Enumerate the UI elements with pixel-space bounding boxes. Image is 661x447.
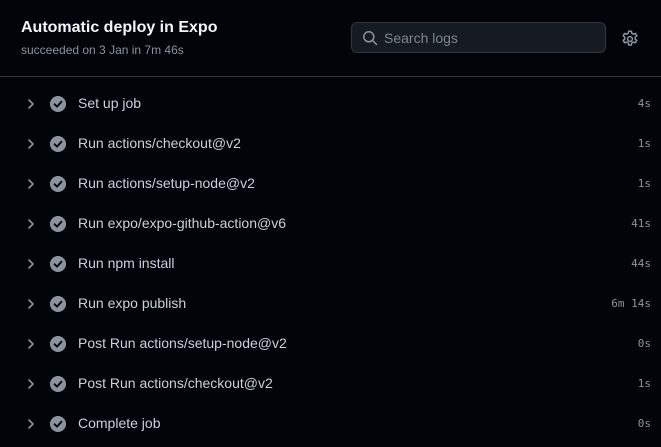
step-name: Set up job (78, 95, 142, 111)
step-name: Complete job (78, 415, 161, 431)
chevron-right-icon[interactable] (24, 177, 38, 191)
step-duration: 6m 14s (611, 297, 651, 310)
step-name: Run npm install (78, 255, 175, 271)
check-circle-icon (50, 96, 66, 112)
chevron-right-icon[interactable] (24, 97, 38, 111)
step-name: Run actions/checkout@v2 (78, 135, 241, 151)
chevron-right-icon[interactable] (24, 337, 38, 351)
step-name: Run expo/expo-github-action@v6 (78, 215, 287, 231)
step-name: Run expo publish (78, 295, 187, 311)
step-name: Run actions/setup-node@v2 (78, 175, 255, 191)
chevron-right-icon[interactable] (24, 377, 38, 391)
check-circle-icon (50, 296, 66, 312)
step-duration: 41s (631, 217, 651, 230)
step-duration: 1s (637, 137, 651, 150)
step-run-expo-github-action[interactable]: Run expo/expo-github-action@v6 41s (0, 204, 661, 244)
step-run-npm-install[interactable]: Run npm install 44s (0, 244, 661, 284)
step-run-actions-checkout[interactable]: Run actions/checkout@v2 1s (0, 124, 661, 164)
check-circle-icon (50, 256, 66, 272)
step-duration: 0s (637, 417, 651, 430)
job-status-summary: succeeded on 3 Jan in 7m 46s (21, 43, 184, 57)
step-duration: 1s (637, 177, 651, 190)
step-post-run-checkout[interactable]: Post Run actions/checkout@v2 1s (0, 364, 661, 404)
step-duration: 0s (637, 337, 651, 350)
check-circle-icon (50, 336, 66, 352)
job-header: Automatic deploy in Expo succeeded on 3 … (0, 0, 661, 77)
chevron-right-icon[interactable] (24, 417, 38, 431)
step-duration: 44s (631, 257, 651, 270)
step-name: Post Run actions/checkout@v2 (78, 375, 273, 391)
step-set-up-job[interactable]: Set up job 4s (0, 84, 661, 124)
check-circle-icon (50, 136, 66, 152)
check-circle-icon (50, 216, 66, 232)
search-logs-box[interactable] (351, 22, 606, 53)
step-run-actions-setup-node[interactable]: Run actions/setup-node@v2 1s (0, 164, 661, 204)
search-icon (363, 31, 378, 46)
step-name: Post Run actions/setup-node@v2 (78, 335, 287, 351)
gear-icon[interactable] (620, 29, 640, 49)
step-run-expo-publish[interactable]: Run expo publish 6m 14s (0, 284, 661, 324)
chevron-right-icon[interactable] (24, 137, 38, 151)
job-steps-list: Set up job 4s Run actions/checkout@v2 1s… (0, 84, 661, 444)
chevron-right-icon[interactable] (24, 257, 38, 271)
step-duration: 4s (637, 97, 651, 110)
step-post-run-setup-node[interactable]: Post Run actions/setup-node@v2 0s (0, 324, 661, 364)
search-logs-input[interactable] (384, 23, 598, 52)
chevron-right-icon[interactable] (24, 297, 38, 311)
job-title: Automatic deploy in Expo (21, 19, 218, 36)
check-circle-icon (50, 376, 66, 392)
check-circle-icon (50, 176, 66, 192)
step-complete-job[interactable]: Complete job 0s (0, 404, 661, 444)
step-duration: 1s (637, 377, 651, 390)
check-circle-icon (50, 416, 66, 432)
chevron-right-icon[interactable] (24, 217, 38, 231)
